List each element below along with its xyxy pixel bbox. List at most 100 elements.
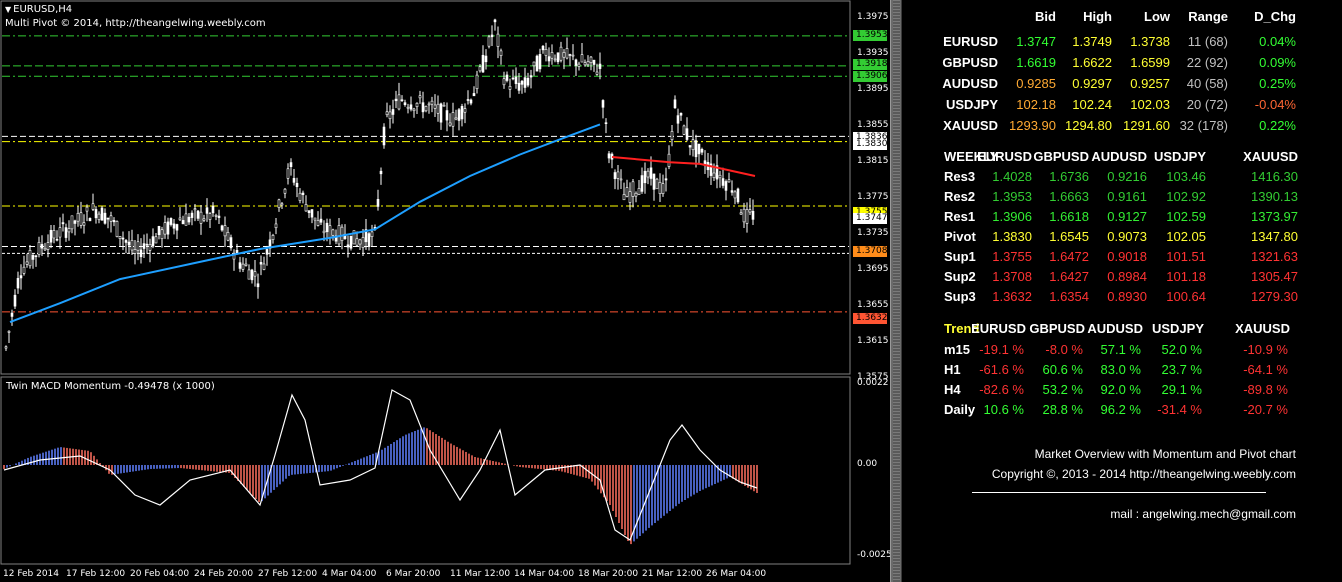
candle-body [553, 58, 557, 61]
candle-body [316, 220, 320, 226]
moving-average-line [9, 123, 601, 324]
candle-body [442, 104, 446, 107]
candle-body [484, 55, 488, 63]
trend-table-header: AUDUSD [1087, 321, 1143, 336]
trend-percentage: 96.2 % [1100, 402, 1141, 417]
quote-low: 1291.60 [1123, 118, 1170, 133]
weekly-level-value: 1.6545 [1049, 229, 1089, 244]
candle-body [490, 34, 494, 38]
weekly-row-label: Res2 [944, 189, 976, 204]
candle-body [121, 237, 125, 240]
window-splitter[interactable] [890, 0, 902, 582]
quote-high: 1.3749 [1072, 34, 1112, 49]
candle-body [130, 240, 134, 251]
candle-body [238, 262, 242, 269]
candle-body [4, 346, 8, 349]
candle-body [175, 224, 179, 231]
quote-range: 32 (178) [1179, 118, 1228, 133]
candle-body [55, 238, 59, 241]
price-level-tag: 1.3918 [853, 59, 888, 70]
candle-body [358, 239, 362, 245]
candle-body [322, 230, 326, 234]
weekly-level-value: 1373.97 [1251, 209, 1298, 224]
candle-body [355, 238, 359, 246]
candle-body [244, 263, 248, 266]
time-axis-label: 12 Feb 2014 [3, 569, 60, 579]
trend-table-header: GBPUSD [1029, 321, 1085, 336]
price-level-tag: 1.3906 [853, 71, 888, 82]
price-axis-label: 1.3815 [857, 156, 889, 166]
quote-bid: 1.3747 [1016, 34, 1056, 49]
quote-range: 11 (68) [1187, 34, 1228, 49]
candle-body [190, 212, 194, 218]
candle-body [532, 61, 536, 67]
candle-body [97, 213, 101, 220]
quote-bid: 102.18 [1016, 97, 1056, 112]
weekly-level-value: 1.4028 [992, 169, 1032, 184]
weekly-table-header: AUDUSD [1091, 149, 1147, 164]
candle-body [385, 111, 389, 116]
candle-body [163, 222, 167, 235]
candle-body [628, 191, 632, 203]
quote-symbol: EURUSD [943, 34, 998, 49]
weekly-level-value: 102.92 [1166, 189, 1206, 204]
weekly-level-value: 100.64 [1166, 289, 1206, 304]
candle-body [124, 240, 128, 243]
candle-body [700, 149, 704, 153]
price-axis-label: 1.3855 [857, 120, 889, 130]
candle-body [253, 271, 257, 277]
trend-line [611, 156, 756, 177]
weekly-level-value: 1.3632 [992, 289, 1032, 304]
quote-bid: 1.6619 [1016, 55, 1056, 70]
trend-percentage: 23.7 % [1161, 362, 1202, 377]
candle-body [481, 54, 485, 73]
dropdown-triangle-icon[interactable]: ▼ [5, 5, 11, 14]
candle-body [730, 190, 734, 193]
candle-body [223, 225, 227, 237]
chart-window[interactable]: ▼ EURUSD,H4 Multi Pivot © 2014, http://th… [0, 0, 892, 582]
candle-body [328, 225, 332, 238]
weekly-row-label: Res3 [944, 169, 976, 184]
weekly-row-label: Res1 [944, 209, 976, 224]
market-overview-panel: Bid High Low Range D_Chg EURUSD 1.3747 1.3749 1.… [902, 0, 1342, 582]
price-chart[interactable] [0, 0, 890, 582]
candle-body [82, 222, 86, 226]
candle-body [529, 75, 533, 78]
macd-chart-frame [0, 376, 851, 565]
candle-body [58, 227, 62, 238]
candle-body [202, 218, 206, 221]
weekly-level-value: 0.8930 [1107, 289, 1147, 304]
candle-body [694, 140, 698, 158]
candle-body [274, 223, 278, 229]
footer-copyright: Copyright ©, 2013 - 2014 http://theangel… [991, 467, 1296, 481]
macd-axis-label: -0.0025 [857, 550, 892, 560]
candle-body [433, 104, 437, 109]
candle-body [652, 173, 656, 190]
time-axis-label: 26 Mar 04:00 [706, 569, 767, 579]
candle-body [667, 153, 671, 167]
candle-body [430, 100, 434, 105]
candle-body [118, 236, 122, 239]
candle-body [289, 162, 293, 167]
quote-symbol: USDJPY [945, 97, 998, 112]
price-axis-label: 1.3775 [857, 192, 889, 202]
candle-body [577, 63, 581, 67]
trend-percentage: 29.1 % [1161, 382, 1202, 397]
weekly-level-value: 1305.47 [1251, 269, 1298, 284]
candle-body [247, 269, 251, 280]
candle-body [262, 263, 266, 270]
candle-body [547, 56, 551, 62]
candle-body [550, 52, 554, 59]
price-axis-label: 1.3935 [857, 48, 889, 58]
candle-body [145, 243, 149, 246]
trend-row-label: H1 [944, 362, 961, 377]
quote-column-header: Bid [1035, 9, 1056, 24]
weekly-level-value: 1321.63 [1251, 249, 1298, 264]
candle-body [154, 236, 158, 244]
candle-body [256, 283, 260, 288]
footer-email: mail : angelwing.mech@gmail.com [1110, 507, 1296, 521]
candle-body [295, 182, 299, 188]
candle-body [655, 178, 659, 190]
trend-percentage: 83.0 % [1100, 362, 1141, 377]
trend-table-header: XAUUSD [1235, 321, 1290, 336]
